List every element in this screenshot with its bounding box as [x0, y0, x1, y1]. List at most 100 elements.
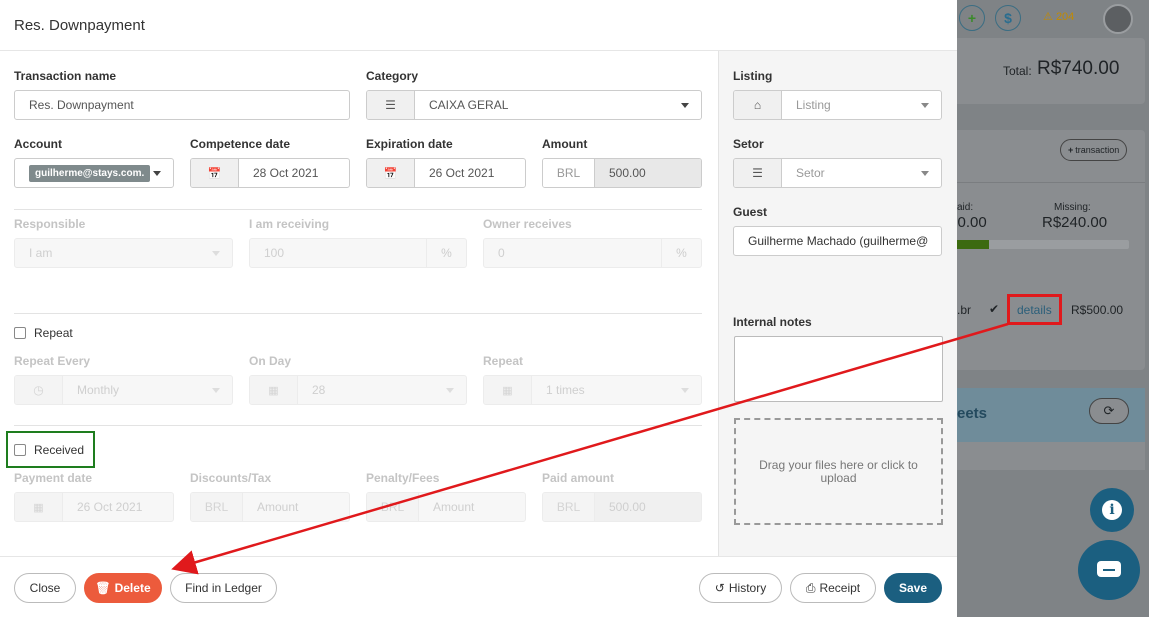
discounts-input[interactable]: BRL Amount [190, 492, 350, 522]
clock-icon: ◷ [15, 376, 63, 404]
expiration-date-input[interactable]: 📅 26 Oct 2021 [366, 158, 526, 188]
total-value: R$740.00 [1037, 58, 1120, 79]
transaction-name-label: Transaction name [14, 69, 117, 83]
expiration-date-label: Expiration date [366, 137, 453, 151]
guest-input[interactable]: Guilherme Machado (guilherme@ [733, 226, 942, 256]
responsible-select[interactable]: I am [14, 238, 233, 268]
delete-button[interactable]: 🗑 Delete [84, 573, 162, 603]
received-checkbox-box[interactable] [14, 444, 26, 456]
amount-input[interactable]: BRL 500.00 [542, 158, 702, 188]
guest-label: Guest [733, 205, 768, 219]
penalty-placeholder: Amount [433, 500, 475, 514]
calendar-icon: ▦ [15, 493, 63, 521]
modal-footer: Close 🗑 Delete Find in Ledger ↺ History … [0, 556, 957, 617]
warning-badge[interactable]: ⚠ 204 [1043, 10, 1074, 23]
paid-amount-currency: BRL [543, 493, 595, 521]
amount-value: 500.00 [595, 159, 701, 187]
modal-header: Res. Downpayment [0, 0, 957, 51]
sheets-panel: eets ⟳ [957, 388, 1145, 470]
receipt-button[interactable]: ⎙ Receipt [790, 573, 876, 603]
transactions-panel: +transaction aid: .00.00 Missing: R$240.… [957, 130, 1145, 370]
listing-label: Listing [733, 69, 773, 83]
received-checkbox[interactable]: Received [14, 443, 84, 457]
transaction-name-value: Res. Downpayment [29, 98, 134, 112]
chevron-down-icon [681, 102, 689, 108]
repeat-label: Repeat [483, 354, 524, 368]
chevron-down-icon [212, 250, 220, 256]
add-icon[interactable]: + [959, 5, 985, 31]
received-checkbox-label: Received [34, 443, 85, 457]
discounts-placeholder: Amount [257, 500, 299, 514]
on-day-select[interactable]: ▦ 28 [249, 375, 467, 405]
paid-value: .00.00 [957, 214, 987, 231]
sheets-title: eets [957, 405, 988, 422]
repeat-every-value: Monthly [77, 383, 120, 397]
calendar-icon: ▦ [484, 376, 532, 404]
i-am-receiving-input[interactable]: 100 % [249, 238, 467, 268]
setor-placeholder: Setor [796, 166, 825, 180]
repeat-value: 1 times [546, 383, 585, 397]
save-button[interactable]: Save [884, 573, 942, 603]
plus-icon: + [1068, 145, 1074, 155]
owner-receives-input[interactable]: 0 % [483, 238, 702, 268]
paid-amount-value: 500.00 [595, 493, 701, 521]
category-value: CAIXA GERAL [429, 98, 509, 112]
close-button[interactable]: Close [14, 573, 76, 603]
on-day-label: On Day [249, 354, 292, 368]
penalty-input[interactable]: BRL Amount [366, 492, 526, 522]
chevron-down-icon [921, 170, 929, 176]
file-dropzone[interactable]: Drag your files here or click to upload [734, 418, 943, 525]
paid-label: aid: [957, 202, 974, 213]
transaction-name-input[interactable]: Res. Downpayment [14, 90, 350, 120]
discounts-currency: BRL [191, 493, 243, 521]
repeat-select[interactable]: ▦ 1 times [483, 375, 702, 405]
calendar-icon: 📅 [367, 159, 415, 187]
row-amount: R$500.00 [1071, 303, 1124, 317]
details-link[interactable]: details [1017, 303, 1052, 317]
receipt-button-label: Receipt [819, 581, 861, 595]
chat-icon[interactable] [1078, 540, 1140, 600]
check-icon: ✔ [989, 302, 1000, 316]
payment-date-input[interactable]: ▦ 26 Oct 2021 [14, 492, 174, 522]
total-label: Total: [1003, 64, 1032, 78]
competence-date-input[interactable]: 📅 28 Oct 2021 [190, 158, 350, 188]
percent-addon: % [426, 239, 466, 267]
trash-icon: 🗑 [95, 581, 111, 595]
side-panel: Listing ⌂ Listing Setor ☰ Setor Guest Gu… [718, 51, 957, 556]
repeat-checkbox[interactable]: Repeat [14, 326, 73, 340]
setor-label: Setor [733, 137, 764, 151]
amount-label: Amount [542, 137, 588, 151]
dollar-icon[interactable]: $ [995, 5, 1021, 31]
find-in-ledger-label: Find in Ledger [185, 581, 262, 595]
account-select[interactable]: guilherme@stays.com. [14, 158, 174, 188]
avatar[interactable] [1103, 4, 1133, 34]
paid-amount-input[interactable]: BRL 500.00 [542, 492, 702, 522]
owner-receives-label: Owner receives [483, 217, 572, 231]
history-button[interactable]: ↺ History [699, 573, 782, 603]
on-day-value: 28 [312, 383, 326, 397]
list-icon: ☰ [367, 91, 415, 119]
internal-notes-textarea[interactable] [734, 336, 943, 402]
setor-select[interactable]: ☰ Setor [733, 158, 942, 188]
repeat-checkbox-box[interactable] [14, 327, 26, 339]
home-icon: ⌂ [734, 91, 782, 119]
expiration-date-value: 26 Oct 2021 [429, 166, 495, 180]
repeat-every-select[interactable]: ◷ Monthly [14, 375, 233, 405]
info-icon[interactable]: i [1090, 488, 1134, 532]
add-transaction-button[interactable]: + transaction [1060, 139, 1128, 161]
refresh-icon[interactable]: ⟳ [1089, 398, 1129, 424]
account-label: Account [14, 137, 62, 151]
chevron-down-icon [153, 170, 161, 176]
add-transaction-label: transaction [1075, 145, 1120, 155]
missing-label: Missing: [1054, 202, 1091, 213]
percent-addon: % [661, 239, 701, 267]
find-in-ledger-button[interactable]: Find in Ledger [170, 573, 277, 603]
competence-date-value: 28 Oct 2021 [253, 166, 319, 180]
category-select[interactable]: ☰ CAIXA GERAL [366, 90, 702, 120]
penalty-currency: BRL [367, 493, 419, 521]
responsible-label: Responsible [14, 217, 86, 231]
list-icon: ☰ [734, 159, 782, 187]
responsible-value: I am [29, 246, 53, 260]
listing-select[interactable]: ⌂ Listing [733, 90, 942, 120]
amount-currency: BRL [543, 159, 595, 187]
